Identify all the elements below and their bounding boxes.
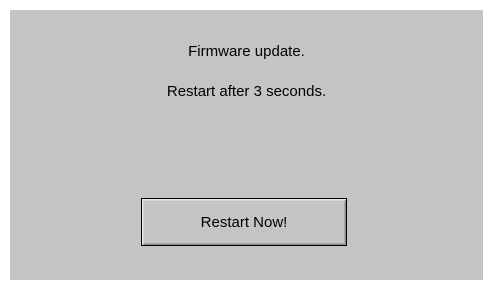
- restart-now-button-label: Restart Now!: [200, 213, 288, 231]
- firmware-update-panel: Firmware update. Restart after 3 seconds…: [10, 10, 483, 280]
- restart-countdown-message: Restart after 3 seconds.: [166, 83, 327, 100]
- restart-now-button[interactable]: Restart Now!: [141, 198, 347, 246]
- firmware-update-title: Firmware update.: [188, 43, 305, 60]
